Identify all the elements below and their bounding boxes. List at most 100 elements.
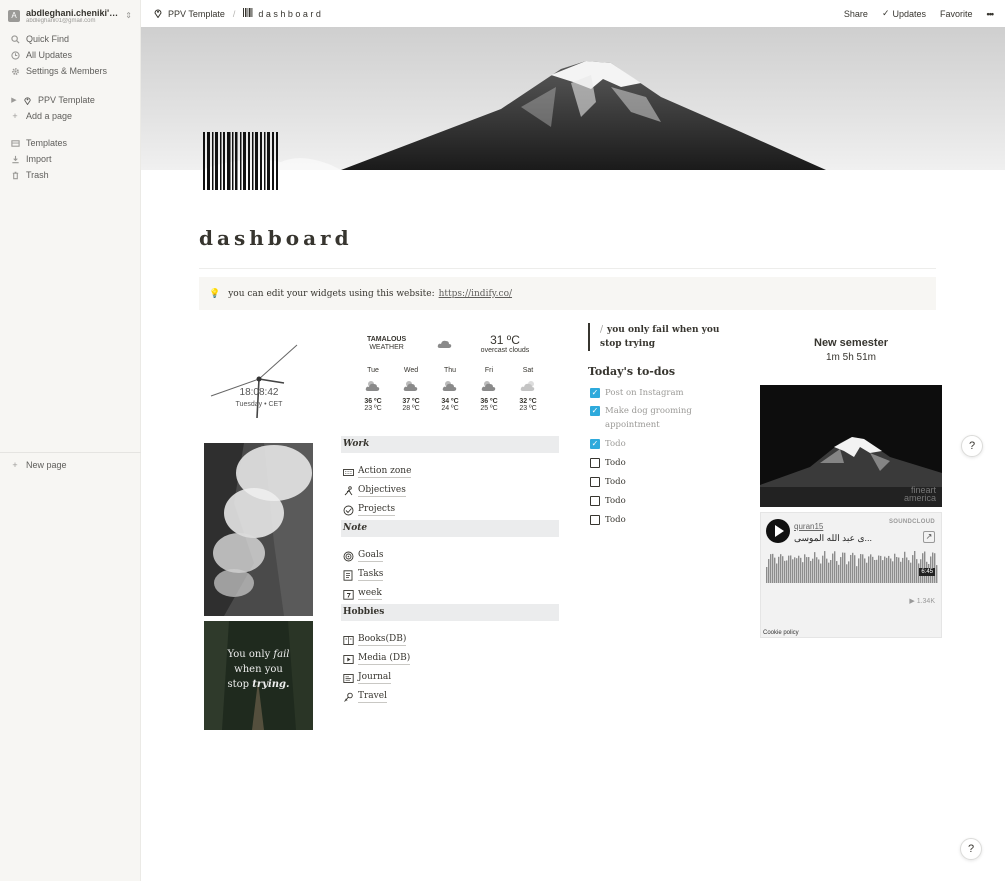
todo-item[interactable]: Todo: [590, 513, 720, 527]
page-title[interactable]: dashboard: [199, 226, 353, 250]
waveform-bar: [904, 551, 906, 583]
waveform-bar: [820, 563, 822, 583]
barcode-icon: [243, 8, 253, 19]
sidebar-new-page[interactable]: + New page: [10, 458, 66, 472]
trash-icon: [10, 170, 20, 180]
forecast-high: 36 ºC: [364, 398, 382, 405]
sidebar-settings[interactable]: Settings & Members: [10, 64, 107, 78]
todo-label: Todo: [605, 439, 626, 449]
sidebar-templates[interactable]: Templates: [10, 136, 67, 150]
todo-label: Todo: [605, 458, 626, 468]
checkbox-checked[interactable]: ✓: [590, 439, 600, 449]
nav-link-projects[interactable]: Projects: [343, 503, 396, 517]
nav-link-objectives[interactable]: Objectives: [343, 484, 406, 498]
nav-link-journal[interactable]: Journal: [343, 671, 392, 685]
todo-item[interactable]: Todo: [590, 456, 720, 470]
nav-link-week[interactable]: week: [343, 587, 382, 601]
fineart-logo-line2: america: [903, 493, 936, 503]
mountain-photo[interactable]: fineart america: [760, 385, 942, 507]
fineart-america-logo: fineart america: [903, 486, 936, 503]
weather-widget[interactable]: TAMALOUS WEATHER 31 ºC overcast clouds T…: [355, 330, 555, 425]
breadcrumb-parent[interactable]: PPV Template: [168, 9, 225, 19]
todo-item[interactable]: ✓ Todo: [590, 437, 720, 451]
waveform[interactable]: [766, 551, 938, 591]
waveform-bar: [810, 560, 812, 583]
waveform-bar: [874, 559, 876, 583]
soundcloud-logo[interactable]: SOUNDCLOUD: [889, 519, 935, 525]
waveform-bar: [806, 557, 808, 583]
sidebar-item-label: PPV Template: [38, 95, 95, 105]
nav-link-goals[interactable]: Goals: [343, 549, 384, 563]
favorite-button[interactable]: Favorite: [940, 9, 973, 19]
callout-link[interactable]: https://indify.co/: [439, 289, 512, 299]
divider: [199, 268, 936, 269]
soundcloud-track-title[interactable]: ...ى عبد الله الموسى: [794, 533, 879, 544]
sidebar-page-ppv[interactable]: ▶ PPV Template: [10, 93, 95, 107]
todo-item[interactable]: Todo: [590, 494, 720, 508]
forecast-low: 23 ºC: [519, 405, 537, 412]
sidebar-add-page[interactable]: + Add a page: [10, 109, 72, 123]
breadcrumb-current[interactable]: d a s h b o a r d: [258, 9, 321, 19]
waveform-bar: [830, 560, 832, 583]
share-icon[interactable]: ↗: [923, 531, 935, 543]
clock-widget[interactable]: 18:08:42 Tuesday • CET: [204, 340, 312, 422]
checkbox-checked[interactable]: ✓: [590, 406, 600, 416]
checkbox-checked[interactable]: ✓: [590, 388, 600, 398]
nav-link-books[interactable]: Books(DB): [343, 633, 407, 647]
checkbox-unchecked[interactable]: [590, 515, 600, 525]
nav-link-media[interactable]: Media (DB): [343, 652, 411, 666]
motivational-forest-image[interactable]: You only fail when you stop trying.: [204, 621, 313, 730]
quote-block[interactable]: / you only fail when you stop trying: [588, 323, 738, 351]
todo-item[interactable]: ✓ Post on Instagram: [590, 386, 720, 400]
waveform-bar: [890, 558, 892, 583]
cookie-policy-link[interactable]: Cookie policy: [763, 630, 799, 636]
help-button[interactable]: ?: [961, 435, 983, 457]
forest-quote-line1: You only: [227, 649, 271, 660]
todo-item[interactable]: Todo: [590, 475, 720, 489]
soundcloud-embed[interactable]: quran15 ...ى عبد الله الموسى SOUNDCLOUD …: [760, 512, 942, 638]
plus-icon: +: [12, 460, 18, 470]
weather-current: 31 ºC overcast clouds: [477, 333, 533, 354]
page-barcode-icon[interactable]: [203, 132, 279, 190]
forecast-high: 36 ºC: [480, 398, 498, 405]
share-button[interactable]: Share: [844, 9, 868, 19]
waveform-bar: [900, 561, 902, 583]
countdown-time: 1m 5h 51m: [825, 352, 877, 363]
nav-label: Media (DB): [358, 653, 411, 665]
callout-block[interactable]: 💡 you can edit your widgets using this w…: [199, 277, 936, 310]
nav-link-action-zone[interactable]: Action zone: [343, 465, 412, 479]
waveform-bar: [876, 559, 878, 583]
play-count: ▶ 1.34K: [909, 598, 935, 605]
updates-button[interactable]: ✓ Updates: [882, 8, 926, 19]
checkbox-unchecked[interactable]: [590, 477, 600, 487]
sidebar-import[interactable]: Import: [10, 152, 52, 166]
sidebar-item-label: Quick Find: [26, 34, 70, 44]
checkbox-unchecked[interactable]: [590, 496, 600, 506]
help-button[interactable]: ?: [960, 838, 982, 860]
waveform-bar: [800, 557, 802, 583]
todo-item[interactable]: ✓ Make dog grooming appointment: [590, 404, 700, 432]
cloud-icon: [437, 338, 453, 351]
quote-text: you only fail when you stop trying: [600, 325, 720, 349]
waveform-bar: [896, 557, 898, 583]
sidebar-trash[interactable]: Trash: [10, 168, 49, 182]
forest-quote-fail: fail: [273, 649, 290, 660]
sidebar-quick-find[interactable]: Quick Find: [10, 32, 69, 46]
rock-smoke-photo[interactable]: [204, 443, 313, 616]
workspace-switcher[interactable]: A abdleghani.cheniki's No... abdleghani0…: [0, 0, 140, 26]
more-options-button[interactable]: •••: [987, 9, 995, 19]
todos-heading[interactable]: Today's to-dos: [588, 365, 675, 378]
nav-link-tasks[interactable]: Tasks: [343, 568, 384, 582]
nav-label: Travel: [358, 691, 387, 703]
workspace-email: abdleghani01@gmail.com: [26, 17, 96, 24]
nav-label: Tasks: [358, 569, 384, 581]
waveform-bar: [870, 554, 872, 583]
play-button[interactable]: [766, 519, 790, 543]
waveform-bar: [786, 560, 788, 583]
group-header-hobbies: Hobbies: [341, 604, 559, 621]
checkbox-unchecked[interactable]: [590, 458, 600, 468]
waveform-bar: [884, 556, 886, 583]
nav-link-travel[interactable]: Travel: [343, 690, 387, 704]
soundcloud-user-link[interactable]: quran15: [794, 522, 823, 531]
sidebar-all-updates[interactable]: All Updates: [10, 48, 72, 62]
